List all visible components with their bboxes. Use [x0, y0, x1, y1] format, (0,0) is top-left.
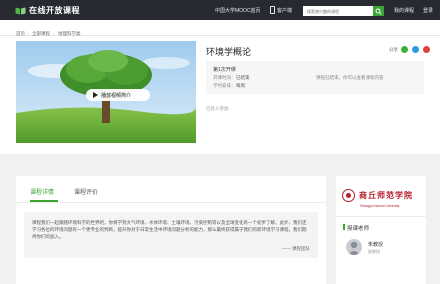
wechat-share-icon[interactable]: [401, 46, 408, 53]
share-label: 分享: [389, 47, 398, 52]
logo-text: 在线开放课程: [29, 6, 80, 15]
tab-course-reviews[interactable]: 课程评价: [74, 187, 98, 196]
school-name: 商丘师范学院: [359, 191, 413, 200]
course-info-box: 第1次开课 开课时间： 已结束 课程已结束，你可以查看课程内容 学时安排： 每周: [206, 61, 424, 94]
course-title: 环境学概论: [206, 47, 252, 57]
video-preview[interactable]: 播放视频简介: [16, 41, 196, 143]
school-name-english: Shangqiu Normal University: [360, 204, 400, 208]
nav-mooc-home[interactable]: 中国大学MOOC首页: [215, 7, 261, 14]
course-detail-card: 课程详情 课程评价 课程我们一起跟随环境科学的世界吧，你将学到大气环境、水体环境…: [16, 176, 326, 284]
qq-share-icon[interactable]: [412, 46, 419, 53]
nav-client[interactable]: 客户端: [277, 7, 292, 14]
teacher-name[interactable]: 朱教授: [368, 241, 383, 248]
tab-divider: [16, 202, 326, 203]
date-value: 已结束: [236, 75, 250, 80]
course-intro-text: 课程我们一起跟随环境科学的世界吧，你将学到大气环境、水体环境、土壤环境、污染控制…: [32, 220, 307, 239]
course-status-note: 课程已结束，你可以查看课程内容: [316, 75, 384, 80]
course-header: 播放视频简介 环境学概论 分享 第1次开课 开课时间： 已结束 课程已结束，你可…: [0, 36, 440, 154]
breadcrumb: 首页 › 全部课程 › 地理科学类: [0, 20, 440, 36]
school-sidebar: 商丘师范学院 Shangqiu Normal University 授课老师 朱…: [336, 176, 426, 284]
date-label: 开课时间：: [213, 75, 236, 80]
divider: [336, 216, 426, 217]
tab-course-details[interactable]: 课程详情: [30, 187, 54, 196]
heading-accent: [343, 224, 345, 230]
enrolled-count: 已有人参加: [206, 106, 229, 111]
search-icon: [375, 8, 382, 15]
nav-my-courses[interactable]: 我的课程: [394, 7, 414, 14]
workload-label: 学时安排：: [213, 83, 236, 88]
weibo-share-icon[interactable]: [423, 46, 430, 53]
top-navigation-bar: 在线开放课程 中国大学MOOC首页 客户端 我的课程 登录: [0, 0, 440, 20]
teacher-avatar[interactable]: [346, 239, 362, 255]
course-intro: 课程我们一起跟随环境科学的世界吧，你将学到大气环境、水体环境、土壤环境、污染控制…: [24, 212, 318, 258]
search-box: [303, 6, 384, 16]
school-seal-icon: [342, 189, 355, 202]
nav-login[interactable]: 登录: [423, 7, 433, 14]
phone-icon: [270, 6, 275, 14]
teacher-role: 副教授: [368, 249, 380, 254]
person-icon: [348, 241, 360, 255]
play-video-button[interactable]: 播放视频简介: [86, 89, 150, 101]
teachers-heading: 授课老师: [347, 226, 370, 232]
play-icon: [93, 92, 98, 98]
workload-value: 每周: [236, 83, 245, 88]
course-team-signature: —— 课程团队: [281, 246, 310, 251]
search-button[interactable]: [373, 6, 384, 16]
search-input[interactable]: [303, 6, 373, 16]
site-logo[interactable]: 在线开放课程: [15, 5, 80, 16]
book-icon: [15, 7, 26, 15]
school-logo[interactable]: 商丘师范学院: [342, 189, 413, 202]
play-video-label: 播放视频简介: [101, 92, 132, 99]
term-label: 第1次开课: [213, 67, 236, 73]
